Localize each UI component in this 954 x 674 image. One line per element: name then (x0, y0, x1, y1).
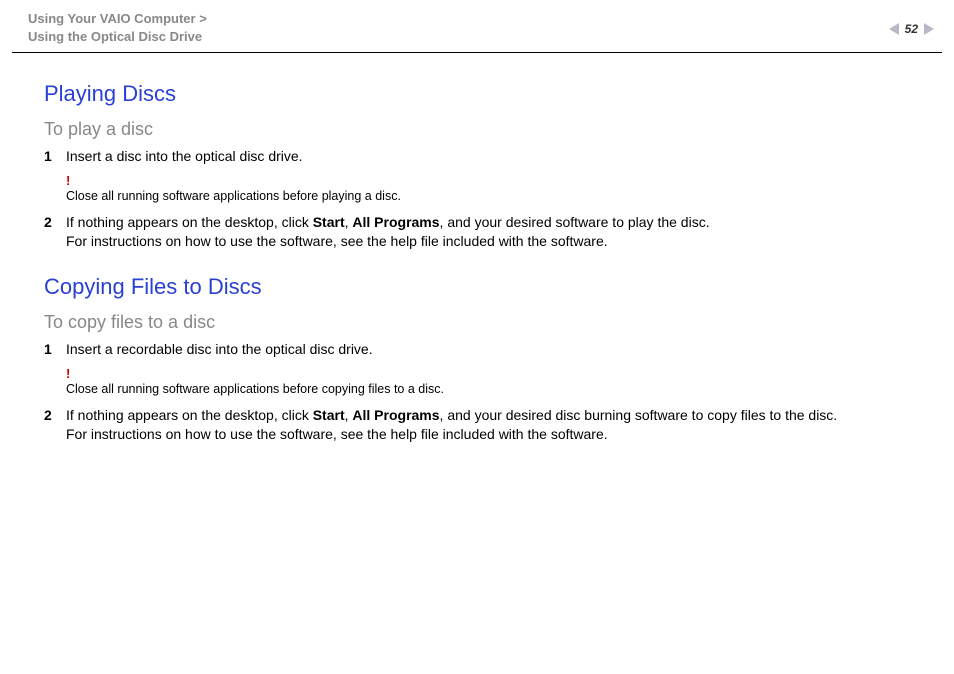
breadcrumb: Using Your VAIO Computer Using the Optic… (28, 10, 207, 46)
text-fragment: If nothing appears on the desktop, click (66, 214, 313, 230)
warning-icon: ! (66, 365, 914, 383)
bold-allprograms: All Programs (352, 407, 439, 423)
bold-start: Start (313, 214, 345, 230)
page-number: 52 (905, 22, 918, 36)
step-text: If nothing appears on the desktop, click… (66, 406, 914, 444)
copying-step-2: 2 If nothing appears on the desktop, cli… (44, 406, 914, 444)
playing-step-2: 2 If nothing appears on the desktop, cli… (44, 213, 914, 251)
page-nav: 52 (889, 10, 934, 36)
prev-page-icon[interactable] (889, 23, 899, 35)
playing-note: ! Close all running software application… (66, 172, 914, 204)
breadcrumb-line2[interactable]: Using the Optical Disc Drive (28, 28, 207, 46)
step-number: 1 (44, 147, 66, 166)
step-text: Insert a disc into the optical disc driv… (66, 147, 914, 166)
playing-step-1: 1 Insert a disc into the optical disc dr… (44, 147, 914, 166)
breadcrumb-line1[interactable]: Using Your VAIO Computer (28, 10, 207, 28)
copying-note: ! Close all running software application… (66, 365, 914, 397)
text-fragment: , and your desired software to play the … (440, 214, 710, 230)
step-text: If nothing appears on the desktop, click… (66, 213, 914, 251)
page-header: Using Your VAIO Computer Using the Optic… (0, 0, 954, 52)
text-fragment: For instructions on how to use the softw… (66, 426, 608, 442)
page-content: Playing Discs To play a disc 1 Insert a … (0, 53, 954, 443)
bold-allprograms: All Programs (352, 214, 439, 230)
step-number: 1 (44, 340, 66, 359)
section-title-playing: Playing Discs (44, 79, 914, 109)
step-text: Insert a recordable disc into the optica… (66, 340, 914, 359)
text-fragment: If nothing appears on the desktop, click (66, 407, 313, 423)
text-fragment: , and your desired disc burning software… (440, 407, 838, 423)
section-subtitle-copying: To copy files to a disc (44, 310, 914, 334)
section-subtitle-playing: To play a disc (44, 117, 914, 141)
section-title-copying: Copying Files to Discs (44, 272, 914, 302)
step-number: 2 (44, 406, 66, 444)
step-number: 2 (44, 213, 66, 251)
copying-step-1: 1 Insert a recordable disc into the opti… (44, 340, 914, 359)
bold-start: Start (313, 407, 345, 423)
note-text: Close all running software applications … (66, 189, 401, 203)
next-page-icon[interactable] (924, 23, 934, 35)
note-text: Close all running software applications … (66, 382, 444, 396)
warning-icon: ! (66, 172, 914, 190)
text-fragment: For instructions on how to use the softw… (66, 233, 608, 249)
